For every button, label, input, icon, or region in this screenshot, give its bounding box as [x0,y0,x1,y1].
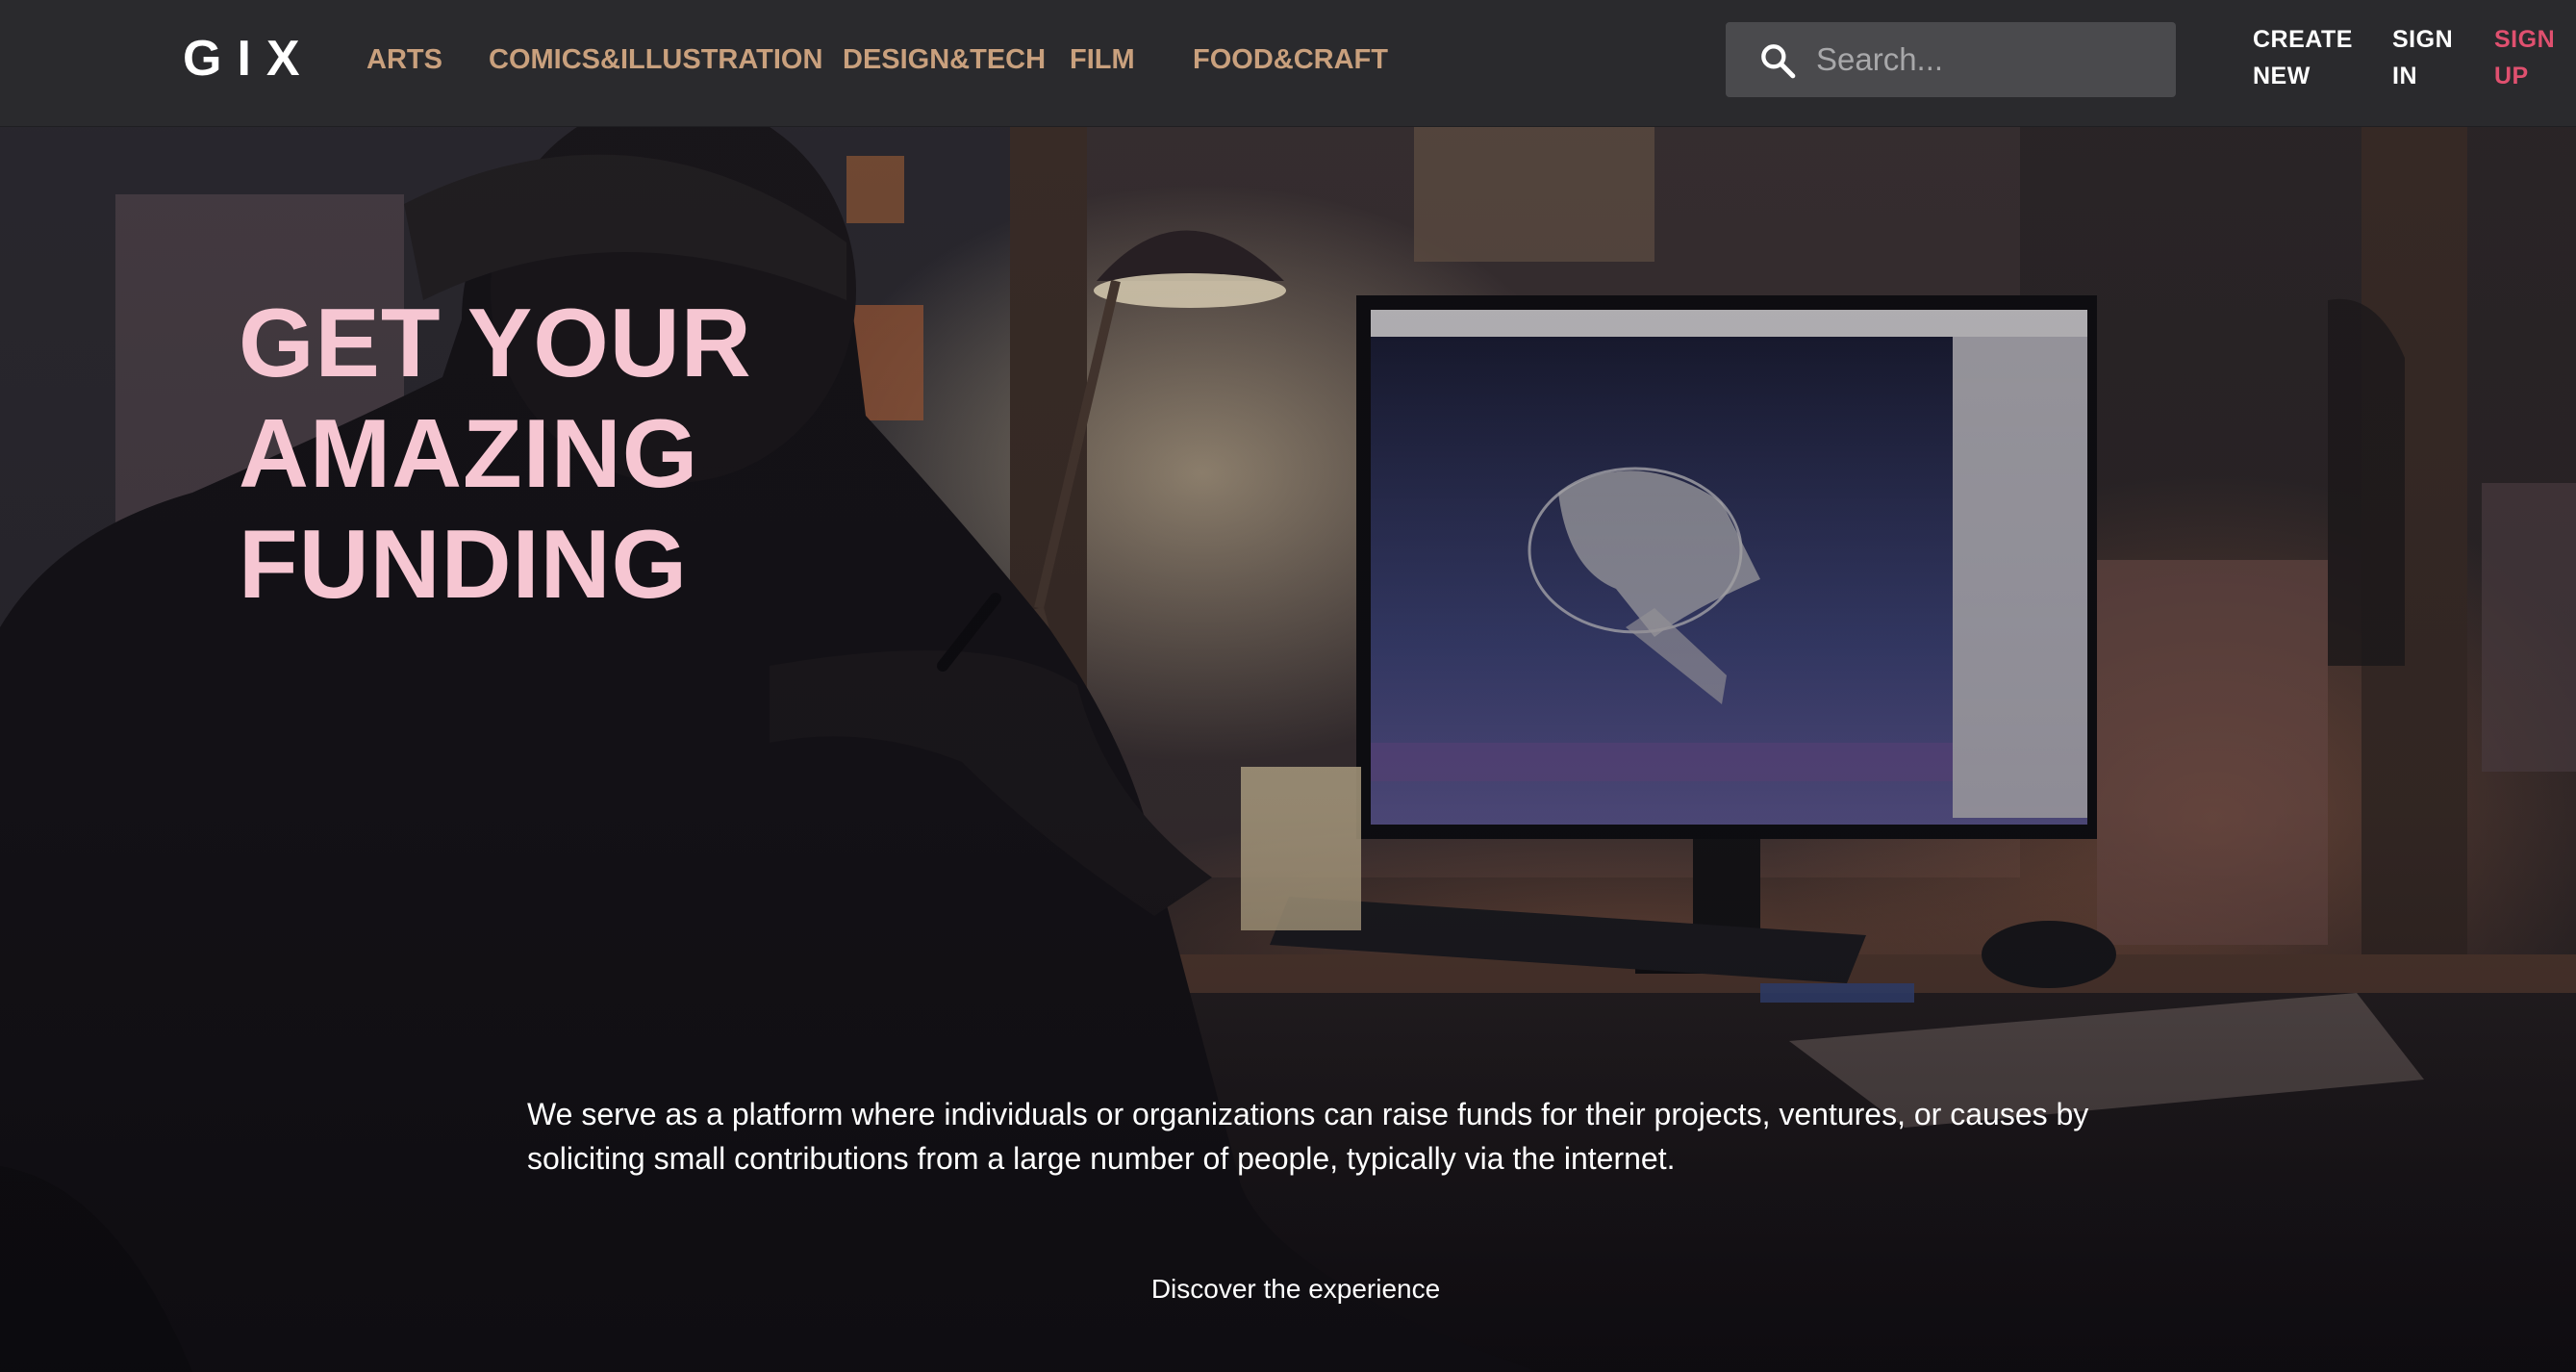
sign-up-label-line1: SIGN [2494,26,2556,53]
sign-in-button[interactable]: SIGN IN [2392,21,2453,94]
create-new-label-line1: CREATE [2253,26,2353,53]
sign-up-label-line2: UP [2494,63,2529,89]
hero-headline-line1: GET YOUR [239,290,752,397]
hero-description: We serve as a platform where individuals… [527,1097,2089,1176]
top-navbar: GIX ARTS COMICS&ILLUSTRATION DESIGN&TECH… [0,0,2576,127]
sign-in-label-line1: SIGN [2392,26,2454,53]
sign-in-label-line2: IN [2392,63,2417,89]
nav-link-design-tech[interactable]: DESIGN&TECH [843,42,1046,77]
search-input[interactable] [1816,22,2162,97]
discover-experience-link[interactable]: Discover the experience [0,1272,2576,1307]
hero-headline: GET YOUR AMAZING FUNDING [239,289,752,621]
search-icon[interactable] [1758,41,1797,80]
sign-up-button[interactable]: SIGN UP [2494,21,2555,94]
create-new-label-line2: NEW [2253,63,2311,89]
nav-link-film[interactable]: FILM [1070,42,1135,77]
create-new-button[interactable]: CREATE NEW [2253,21,2353,94]
hero-section: GET YOUR AMAZING FUNDING We serve as a p… [0,127,2576,1372]
logo[interactable]: GIX [183,29,316,89]
hero-headline-line3: FUNDING [239,511,689,619]
landing-page: GIX ARTS COMICS&ILLUSTRATION DESIGN&TECH… [0,0,2576,1372]
nav-link-arts[interactable]: ARTS [366,42,442,77]
nav-link-comics-illustration[interactable]: COMICS&ILLUSTRATION [489,42,822,77]
hero-headline-line2: AMAZING [239,400,699,508]
search-bar[interactable] [1726,22,2176,97]
nav-link-food-craft[interactable]: FOOD&CRAFT [1193,42,1388,77]
